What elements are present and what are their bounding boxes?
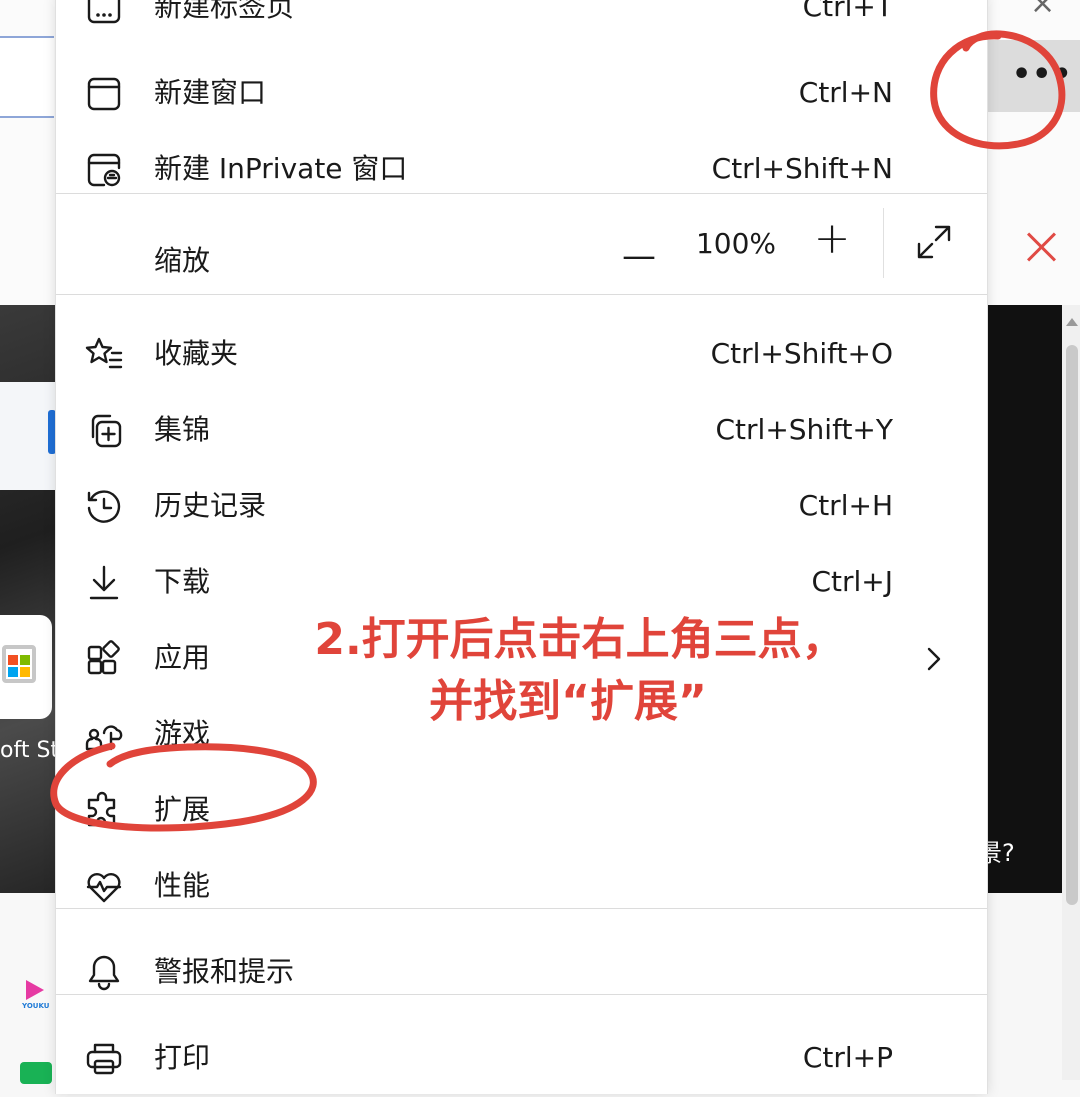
browser-left-strip — [0, 0, 60, 305]
collections-icon — [84, 411, 124, 451]
menu-item-print[interactable]: 打印 Ctrl+P — [56, 1021, 987, 1097]
menu-item-shortcut: Ctrl+N — [798, 76, 893, 109]
menu-item-shortcut: Ctrl+Shift+Y — [715, 413, 894, 446]
youku-label: YOUKU — [22, 1002, 50, 1010]
address-bar-edge[interactable] — [0, 36, 54, 118]
menu-item-alerts[interactable]: 警报和提示 — [56, 935, 987, 1011]
zoom-out-button[interactable]: — — [622, 239, 656, 279]
download-icon — [84, 563, 124, 603]
menu-item-downloads[interactable]: 下载 Ctrl+J — [56, 545, 987, 621]
menu-item-extensions[interactable]: 扩展 — [56, 773, 987, 849]
menu-item-shortcut: Ctrl+J — [811, 565, 893, 598]
store-app-tile[interactable] — [0, 615, 52, 719]
menu-item-label: 集锦 — [154, 413, 211, 446]
close-red-icon[interactable] — [1024, 228, 1060, 264]
annotation-line-1: 2.打开后点击右上角三点， — [314, 614, 846, 665]
scrollbar[interactable] — [1062, 305, 1080, 1080]
wallpaper-right: 景? — [978, 305, 1062, 893]
menu-item-label: 警报和提示 — [154, 955, 295, 988]
games-icon — [84, 715, 124, 755]
zoom-in-button[interactable]: + — [812, 217, 852, 261]
bell-icon — [84, 953, 124, 993]
print-icon — [84, 1039, 124, 1079]
favorites-icon — [84, 335, 124, 375]
menu-item-shortcut: Ctrl+Shift+O — [710, 337, 893, 370]
youku-icon[interactable]: YOUKU — [22, 978, 50, 1012]
menu-item-shortcut: Ctrl+P — [802, 1041, 893, 1074]
zoom-value: 100% — [695, 227, 777, 260]
store-app-label: oft St — [0, 738, 60, 763]
settings-menu: 新建标签页 Ctrl+T 新建窗口 Ctrl+N 新建 InPrivate 窗口… — [55, 0, 988, 1094]
settings-more-button[interactable]: ••• — [1012, 60, 1072, 94]
menu-item-history[interactable]: 历史记录 Ctrl+H — [56, 469, 987, 545]
fullscreen-icon[interactable] — [914, 222, 954, 262]
menu-item-performance[interactable]: 性能 — [56, 849, 987, 925]
menu-separator — [56, 193, 987, 194]
menu-item-label: 性能 — [154, 869, 211, 902]
scrollbar-thumb[interactable] — [1066, 345, 1078, 905]
tile-left-white — [0, 382, 56, 490]
menu-item-label: 打印 — [154, 1041, 211, 1074]
green-app-icon[interactable] — [20, 1062, 52, 1084]
new-window-icon — [84, 74, 124, 114]
menu-item-collections[interactable]: 集锦 Ctrl+Shift+Y — [56, 393, 987, 469]
new-tab-icon — [84, 0, 124, 28]
menu-item-label: 新建标签页 — [154, 0, 295, 23]
menu-item-new-window[interactable]: 新建窗口 Ctrl+N — [56, 56, 987, 132]
menu-item-shortcut: Ctrl+H — [798, 489, 893, 522]
menu-item-favorites[interactable]: 收藏夹 Ctrl+Shift+O — [56, 317, 987, 393]
scroll-up-icon[interactable] — [1066, 318, 1078, 326]
menu-separator — [56, 994, 987, 995]
annotation-line-2: 并找到“扩展” — [429, 676, 707, 727]
performance-icon — [84, 867, 124, 907]
menu-item-label: 下载 — [154, 565, 211, 598]
menu-item-inprivate[interactable]: 新建 InPrivate 窗口 Ctrl+Shift+N — [56, 132, 987, 208]
inprivate-icon — [84, 150, 124, 190]
menu-item-label: 收藏夹 — [154, 337, 239, 370]
menu-item-new-tab[interactable]: 新建标签页 Ctrl+T — [56, 0, 987, 46]
menu-item-label: 新建 InPrivate 窗口 — [154, 152, 408, 185]
menu-separator — [56, 294, 987, 295]
menu-item-shortcut: Ctrl+Shift+N — [711, 152, 893, 185]
menu-item-label: 历史记录 — [154, 489, 267, 522]
zoom-divider — [883, 208, 884, 278]
menu-separator — [56, 908, 987, 909]
extensions-icon — [84, 791, 124, 831]
menu-item-label: 扩展 — [154, 793, 211, 826]
apps-icon — [84, 639, 124, 679]
store-bag-icon — [2, 645, 36, 683]
menu-item-label: 新建窗口 — [154, 76, 267, 109]
history-icon — [84, 487, 124, 527]
menu-item-shortcut: Ctrl+T — [802, 0, 893, 23]
window-close-icon[interactable]: × — [1030, 0, 1055, 21]
zoom-label: 缩放 — [154, 244, 211, 277]
